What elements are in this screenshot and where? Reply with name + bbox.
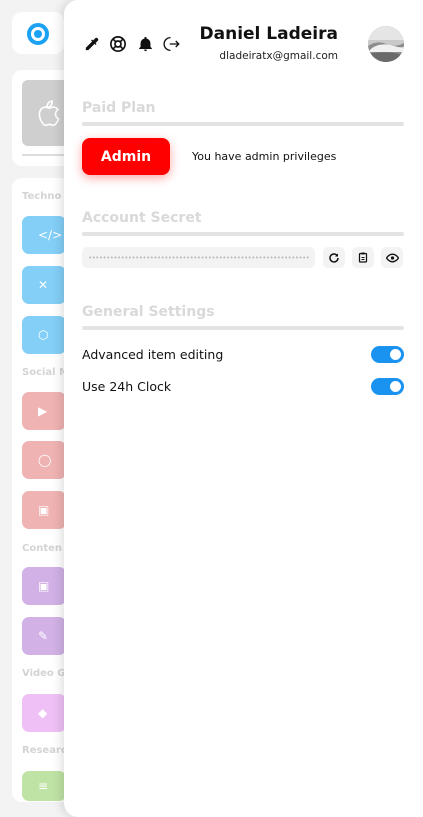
use-24h-clock-toggle[interactable] [371, 378, 404, 395]
section-divider [82, 232, 404, 236]
app-logo-icon [27, 23, 49, 45]
header-actions [82, 35, 181, 53]
toggle-knob [390, 349, 401, 360]
user-email: dladeiratx@gmail.com [219, 50, 338, 62]
setting-24h-clock-label: Use 24h Clock [82, 379, 172, 394]
admin-badge[interactable]: Admin [82, 138, 170, 175]
media-icon[interactable]: ▣ [22, 567, 66, 605]
account-drawer: Daniel Ladeira dladeiratx@gmail.com Paid… [64, 0, 423, 817]
section-label: Techno [22, 191, 62, 202]
secret-input[interactable]: ••••••••••••••••••••••••••••••••••••••••… [82, 247, 315, 268]
bell-icon[interactable] [136, 35, 154, 53]
cube-icon[interactable]: ⬡ [22, 316, 66, 354]
drawer-header: Daniel Ladeira dladeiratx@gmail.com [82, 22, 404, 66]
account-secret-title: Account Secret [82, 210, 202, 226]
user-name: Daniel Ladeira [199, 24, 338, 44]
avatar[interactable] [368, 26, 404, 62]
gamepad-icon[interactable]: ◆ [22, 694, 66, 732]
pencil-icon[interactable]: ✎ [22, 617, 66, 655]
section-divider [82, 326, 404, 330]
lifebuoy-icon[interactable] [109, 35, 127, 53]
code-icon[interactable]: </> [22, 216, 66, 254]
section-divider [82, 122, 404, 126]
section-label: Video G [22, 668, 66, 679]
section-label: Conten [22, 543, 63, 554]
admin-note: You have admin privileges [192, 150, 337, 163]
paid-plan-title: Paid Plan [82, 100, 156, 116]
section-label: Researc [22, 745, 67, 756]
section-label: Social M [22, 367, 70, 378]
divider [22, 154, 67, 156]
secret-masked-value: ••••••••••••••••••••••••••••••••••••••••… [88, 253, 309, 262]
toggle-knob [390, 381, 401, 392]
eye-icon[interactable] [381, 247, 403, 268]
logout-icon[interactable] [163, 35, 181, 53]
tools-icon[interactable]: ✕ [22, 266, 66, 304]
refresh-icon[interactable] [323, 247, 345, 268]
list-icon[interactable]: ≡ [22, 771, 66, 801]
advanced-item-editing-toggle[interactable] [371, 346, 404, 363]
chat-icon[interactable]: ◯ [22, 441, 66, 479]
setting-advanced-item-editing-label: Advanced item editing [82, 347, 224, 362]
general-settings-title: General Settings [82, 304, 215, 320]
youtube-icon[interactable]: ▶ [22, 392, 66, 430]
media-icon[interactable]: ▣ [22, 491, 66, 529]
clipboard-icon[interactable] [352, 247, 374, 268]
eyedropper-icon[interactable] [82, 35, 100, 53]
